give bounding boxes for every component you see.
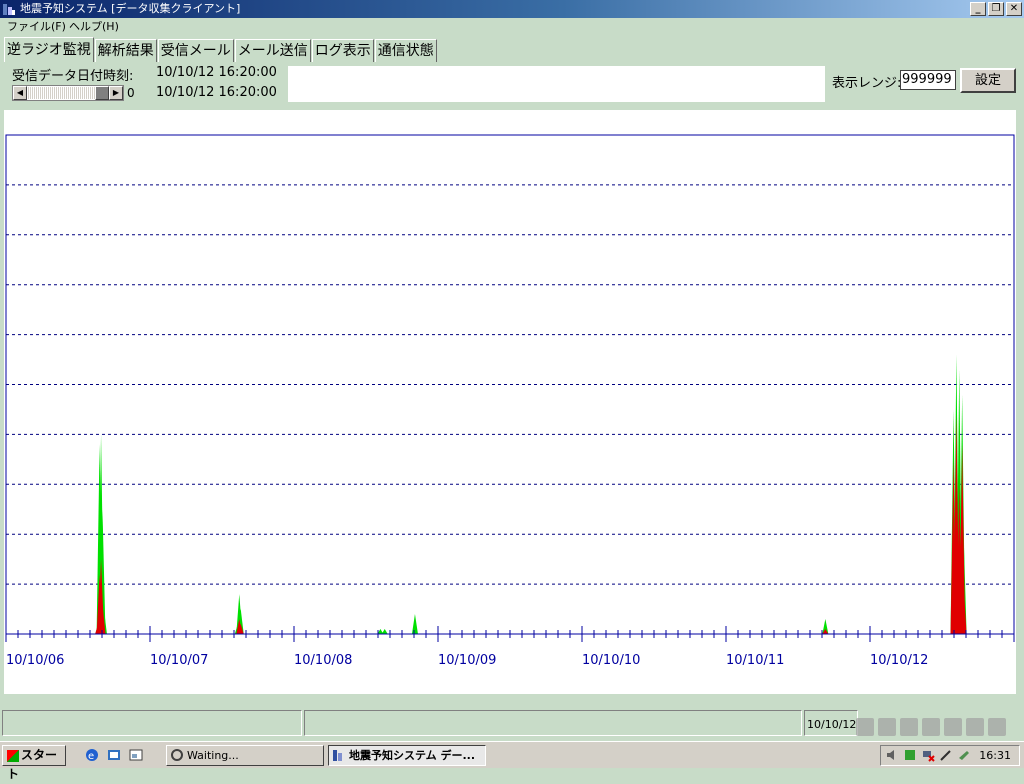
x-tick-label: 10/10/10 <box>582 653 640 668</box>
task-earthquake-label: 地震予知システム デー... <box>349 749 476 762</box>
network-icon[interactable] <box>903 748 917 762</box>
scroll-thumb[interactable] <box>95 86 109 100</box>
network-disconnected-icon[interactable] <box>921 748 935 762</box>
system-tray: 16:31 <box>880 745 1020 766</box>
volume-icon[interactable] <box>885 748 899 762</box>
tab-send-mail[interactable]: メール送信 <box>234 39 311 62</box>
series-sub <box>95 414 967 634</box>
pen-icon[interactable] <box>939 748 953 762</box>
app-icon <box>3 4 15 15</box>
ime-toolbar[interactable] <box>856 714 1024 740</box>
task-waiting[interactable]: Waiting... <box>166 745 324 766</box>
tab-received-mail[interactable]: 受信メール <box>157 39 234 62</box>
series-total <box>95 354 967 634</box>
taskbar: スタート e Waiting... 地震予知システム デー... 16:31 <box>0 741 1024 781</box>
start-button[interactable]: スタート <box>2 745 66 781</box>
minimize-button[interactable]: _ <box>970 2 986 16</box>
x-tick-label: 10/10/12 <box>870 653 928 668</box>
scroll-left-icon[interactable]: ◀ <box>13 86 27 100</box>
show-desktop-icon[interactable] <box>128 747 144 763</box>
tab-reverse-radio[interactable]: 逆ラジオ監視 <box>4 37 94 62</box>
x-tick-label: 10/10/08 <box>294 653 352 668</box>
tab-strip: 逆ラジオ監視 解析結果 受信メール メール送信 ログ表示 通信状態 <box>4 37 438 62</box>
tab-analysis[interactable]: 解析結果 <box>94 39 157 62</box>
restore-button[interactable]: ❐ <box>988 2 1004 16</box>
status-date: 10/10/12 <box>807 718 857 731</box>
scroll-value: 0 <box>127 86 135 100</box>
scroll-right-icon[interactable]: ▶ <box>109 86 123 100</box>
recv-time-value-2: 10/10/12 16:20:00 <box>156 85 277 100</box>
title-bar[interactable]: 地震予知システム [データ収集クライアント] _ ❐ ✕ <box>0 0 1024 18</box>
message-area <box>288 66 825 102</box>
ime-convert-icon[interactable] <box>900 718 918 736</box>
data-point <box>381 629 388 634</box>
task-earthquake[interactable]: 地震予知システム デー... <box>328 745 486 766</box>
status-panel-1 <box>2 710 302 736</box>
close-button[interactable]: ✕ <box>1006 2 1022 16</box>
waiting-app-icon <box>171 749 183 761</box>
windows-logo-icon <box>7 749 19 762</box>
recv-time-value: 10/10/12 16:20:00 <box>156 65 277 80</box>
ime-pad-icon[interactable] <box>922 718 940 736</box>
x-tick-label: 10/10/07 <box>150 653 208 668</box>
ime-kana-icon[interactable] <box>988 718 1006 736</box>
svg-text:e: e <box>88 751 94 762</box>
outlook-icon[interactable] <box>106 747 122 763</box>
x-tick-label: 10/10/11 <box>726 653 784 668</box>
reverse-radio-chart: 10/10/06 10/10/07 10/10/08 10/10/09 10/10/10… <box>5 134 1015 668</box>
status-panel-3: 10/10/12 <box>804 710 858 736</box>
data-point <box>411 614 418 634</box>
status-panel-2 <box>304 710 802 736</box>
x-tick-label: 10/10/06 <box>6 653 64 668</box>
chart-area: 10/10/06 10/10/07 10/10/08 10/10/09 10/10/10… <box>4 110 1016 694</box>
set-button[interactable]: 設定 <box>960 68 1016 93</box>
menu-help[interactable]: ヘルプ(H) <box>66 18 122 36</box>
menu-file[interactable]: ファイル(F) <box>4 18 69 36</box>
time-scrollbar[interactable]: ◀ ▶ <box>12 85 124 101</box>
range-input[interactable]: 999999 <box>900 70 956 90</box>
task-waiting-label: Waiting... <box>187 749 239 762</box>
clock: 16:31 <box>979 749 1011 762</box>
x-tick-label: 10/10/09 <box>438 653 496 668</box>
tab-log[interactable]: ログ表示 <box>311 39 374 62</box>
range-label: 表示レンジ: <box>832 76 902 91</box>
safely-remove-icon[interactable] <box>957 748 971 762</box>
ime-input-icon[interactable] <box>878 718 896 736</box>
window-title: 地震予知システム [データ収集クライアント] <box>20 2 241 15</box>
ime-tools-icon[interactable] <box>944 718 962 736</box>
earthquake-app-icon <box>333 750 342 761</box>
ie-icon[interactable]: e <box>84 747 100 763</box>
menu-bar: ファイル(F) ヘルプ(H) <box>0 18 1024 36</box>
tab-comm-status[interactable]: 通信状態 <box>374 39 437 62</box>
ime-help-icon[interactable] <box>966 718 984 736</box>
ime-mode-icon[interactable] <box>856 718 874 736</box>
recv-time-label: 受信データ日付時刻: <box>12 69 134 84</box>
